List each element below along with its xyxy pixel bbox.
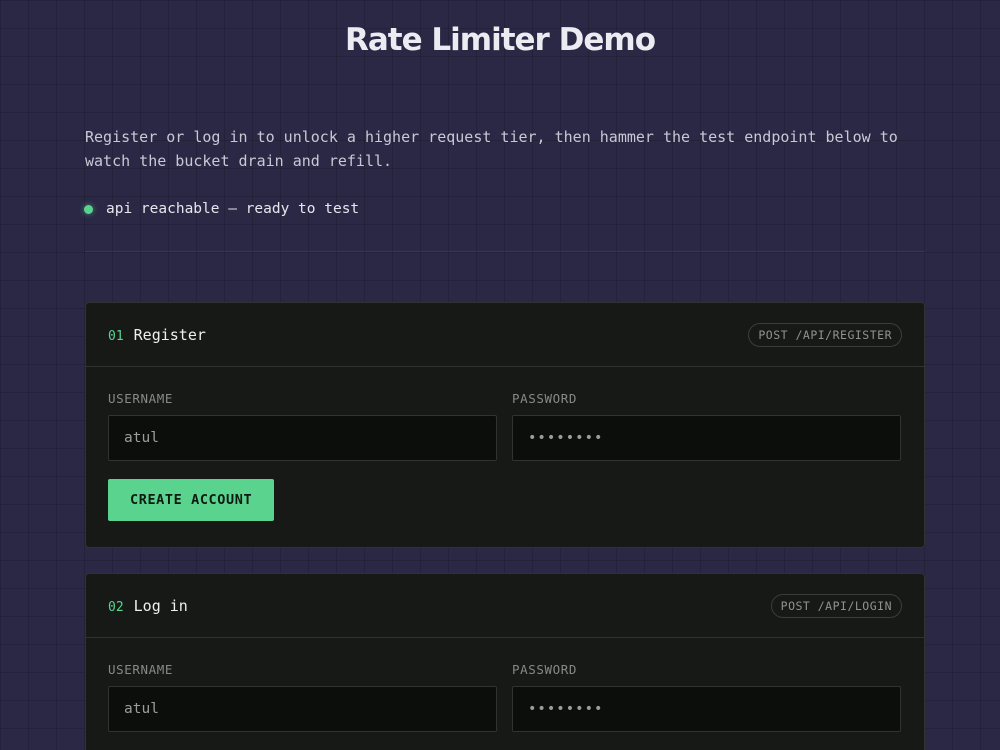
status-text: api reachable — ready to test xyxy=(106,201,360,217)
divider xyxy=(85,251,925,252)
login-title-group: 02 Log in xyxy=(108,597,188,615)
register-title-group: 01 Register xyxy=(108,326,206,344)
status-dot-icon xyxy=(84,204,93,214)
register-fields: USERNAME PASSWORD xyxy=(108,391,902,461)
register-password-input[interactable] xyxy=(512,415,901,461)
login-password-label: PASSWORD xyxy=(512,662,578,677)
register-username-label: USERNAME xyxy=(108,391,174,406)
login-username-label: USERNAME xyxy=(108,662,174,677)
login-card-header: 02 Log in POST /API/LOGIN xyxy=(86,574,924,638)
register-title: Register xyxy=(133,325,206,344)
register-endpoint-badge: POST /API/REGISTER xyxy=(748,322,902,347)
register-card-header: 01 Register POST /API/REGISTER xyxy=(86,303,924,367)
login-title: Log in xyxy=(133,596,188,615)
login-step-number: 02 xyxy=(108,599,124,615)
intro-text: Register or log in to unlock a higher re… xyxy=(85,128,898,170)
login-fields: USERNAME PASSWORD xyxy=(108,662,902,732)
login-password-input[interactable] xyxy=(512,686,901,732)
login-username-field: USERNAME xyxy=(108,662,497,732)
register-username-input[interactable] xyxy=(108,415,497,461)
login-card-body: USERNAME PASSWORD xyxy=(86,638,924,732)
login-username-input[interactable] xyxy=(108,686,497,732)
register-username-field: USERNAME xyxy=(108,391,497,461)
register-password-field: PASSWORD xyxy=(512,391,901,461)
register-step-number: 01 xyxy=(108,328,124,344)
api-status: api reachable — ready to test xyxy=(84,198,359,220)
login-endpoint-badge: POST /API/LOGIN xyxy=(770,593,902,618)
register-card: 01 Register POST /API/REGISTER USERNAME … xyxy=(85,302,925,548)
page-title: Rate Limiter Demo xyxy=(344,22,656,58)
register-password-label: PASSWORD xyxy=(512,391,578,406)
create-account-button[interactable]: CREATE ACCOUNT xyxy=(108,479,275,521)
login-password-field: PASSWORD xyxy=(512,662,901,732)
login-card: 02 Log in POST /API/LOGIN USERNAME PASSW… xyxy=(85,573,925,750)
register-card-body: USERNAME PASSWORD CREATE ACCOUNT xyxy=(86,367,924,521)
